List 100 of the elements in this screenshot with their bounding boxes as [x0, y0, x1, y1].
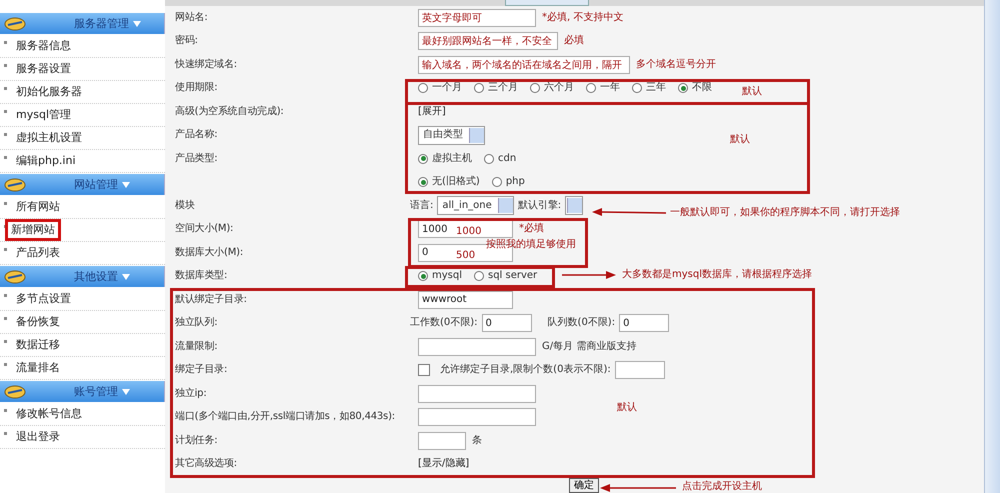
sidebar-item[interactable]: mysql管理: [13, 107, 74, 123]
radio-label: 虚拟主机: [432, 152, 472, 165]
annotation-arrow: [562, 271, 616, 279]
toggle-link[interactable]: [显示/隐藏]: [418, 458, 470, 470]
bullet-icon: [4, 248, 7, 251]
radio-button[interactable]: [484, 154, 494, 164]
field-label: 独立ip:: [175, 388, 206, 399]
field-label: 绑定子目录:: [175, 364, 228, 376]
checkbox[interactable]: [418, 364, 430, 376]
input-field[interactable]: [418, 384, 536, 403]
input-field[interactable]: wwwroot: [418, 290, 513, 309]
field-note: *必填: [519, 223, 544, 236]
bullet-icon: [4, 294, 7, 297]
field-label: 队列数(0不限):: [548, 317, 616, 330]
input-field[interactable]: 英文字母即可: [418, 8, 536, 27]
sidebar-item[interactable]: 多节点设置: [13, 291, 74, 307]
annotation-text: 500: [456, 250, 476, 262]
sidebar-group-title: 账号管理: [74, 386, 118, 398]
radio-label: cdn: [498, 152, 516, 165]
radio-button[interactable]: [418, 83, 428, 94]
bullet-icon: [4, 110, 7, 113]
sidebar-item[interactable]: 编辑php.ini: [13, 153, 79, 169]
bullet-icon: [4, 363, 7, 366]
sidebar-group-header[interactable]: 网站管理: [0, 174, 165, 195]
input-field[interactable]: [418, 338, 536, 356]
input-field[interactable]: 0: [482, 314, 532, 332]
field-label: 密码:: [175, 35, 198, 46]
sidebar-item[interactable]: 虚拟主机设置: [13, 130, 85, 146]
radio-button[interactable]: [418, 271, 428, 282]
sidebar-item[interactable]: 新增网站: [5, 219, 61, 241]
sidebar-item[interactable]: 服务器设置: [13, 61, 74, 77]
sidebar-item[interactable]: 数据迁移: [13, 337, 63, 353]
field-label: 默认绑定子目录:: [175, 294, 247, 305]
sidebar-item[interactable]: 产品列表: [13, 245, 63, 261]
sidebar-item[interactable]: 初始化服务器: [13, 84, 85, 100]
field-label: 网站名:: [175, 12, 208, 23]
sidebar-item[interactable]: 修改帐号信息: [13, 406, 85, 422]
radio-button[interactable]: [474, 271, 484, 282]
sidebar-group-title: 其他设置: [74, 270, 118, 282]
annotation-text: 默认: [742, 86, 762, 98]
radio-button[interactable]: [632, 83, 642, 94]
sidebar-item[interactable]: 备份恢复: [13, 314, 63, 330]
caret-icon: [122, 388, 130, 394]
radio-button[interactable]: [418, 154, 428, 164]
field-label: 快速绑定域名:: [175, 58, 237, 70]
sidebar-group-title: 服务器管理: [74, 18, 129, 30]
radio-label: mysql: [432, 270, 462, 282]
radio-label: 一个月: [432, 82, 462, 94]
sidebar-group-title: 网站管理: [74, 178, 118, 190]
field-label: 使用期限:: [175, 82, 218, 94]
radio-button[interactable]: [474, 83, 484, 94]
radio-button[interactable]: [492, 177, 502, 188]
radio-button[interactable]: [678, 83, 688, 94]
toggle-link[interactable]: [展开]: [418, 106, 446, 118]
radio-label: 六个月: [544, 82, 574, 94]
input-field[interactable]: [614, 361, 665, 380]
radio-label: 一年: [600, 82, 620, 94]
field-label: 默认引擎:: [518, 200, 562, 212]
dropdown[interactable]: all_in_one: [437, 196, 514, 216]
radio-label: sql server: [488, 270, 538, 282]
input-field[interactable]: [418, 408, 536, 426]
sidebar-group-header[interactable]: 其他设置: [0, 266, 165, 287]
field-note: 多个域名逗号分开: [636, 58, 716, 71]
field-label: 数据库类型:: [175, 270, 228, 282]
radio-label: php: [506, 176, 525, 188]
confirm-button[interactable]: 确定: [569, 478, 599, 493]
radio-button[interactable]: [586, 83, 596, 94]
annotation-text: 大多数都是mysql数据库，请根据程序选择: [622, 269, 812, 281]
radio-label: 不限: [692, 82, 712, 94]
field-label: 数据库大小(M):: [175, 246, 243, 258]
caret-icon: [133, 20, 141, 26]
bullet-icon: [4, 41, 7, 44]
bullet-icon: [4, 87, 7, 90]
radio-button[interactable]: [530, 83, 540, 94]
sidebar-item[interactable]: 退出登录: [13, 429, 63, 445]
input-field[interactable]: 0: [619, 314, 670, 332]
annotation-text: 点击完成开设主机: [682, 481, 762, 492]
annotation-text: 1000: [456, 226, 482, 238]
field-label: 产品名称:: [175, 129, 218, 140]
sidebar-group-header[interactable]: 服务器管理: [0, 13, 165, 34]
scrollbar[interactable]: [984, 0, 1000, 493]
dropdown[interactable]: 自由类型: [418, 126, 485, 145]
field-label: 高级(为空系统自动完成):: [175, 106, 284, 117]
input-field[interactable]: [418, 432, 466, 450]
field-note: 条: [472, 434, 482, 447]
field-note: 必填: [564, 35, 584, 48]
input-field[interactable]: 最好别跟网站名一样，不安全: [418, 32, 558, 50]
bullet-icon: [4, 156, 7, 159]
sidebar-item[interactable]: 服务器信息: [13, 38, 74, 54]
sidebar-group-header[interactable]: 账号管理: [0, 381, 165, 402]
radio-button[interactable]: [418, 177, 428, 188]
annotation-text: 一般默认即可，如果你的程序脚本不同，请打开选择: [670, 207, 900, 219]
radio-label: 三年: [646, 82, 666, 94]
annotation-text: 默认: [617, 402, 637, 414]
dropdown[interactable]: [565, 196, 584, 216]
sidebar-item[interactable]: 所有网站: [13, 199, 63, 215]
caret-icon: [122, 274, 130, 280]
sidebar-item[interactable]: 流量排名: [13, 360, 63, 376]
field-label: 工作数(0不限):: [410, 317, 478, 330]
input-field[interactable]: 输入域名，两个域名的话在域名之间用，隔开: [418, 56, 630, 74]
